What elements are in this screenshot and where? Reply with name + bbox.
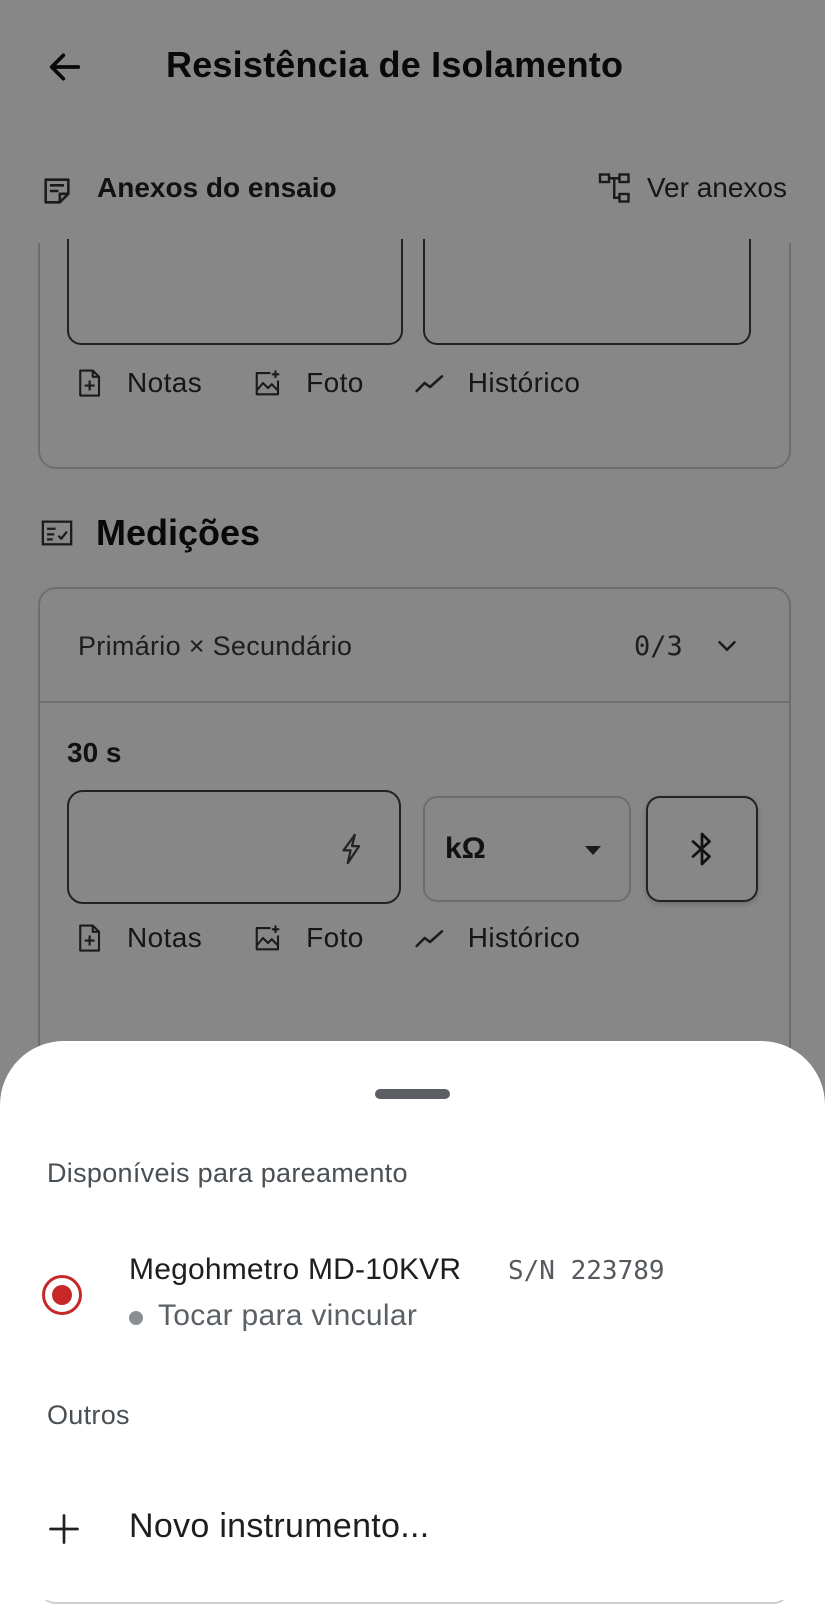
device-status: Tocar para vincular (158, 1299, 418, 1332)
radio-selected-icon (42, 1275, 82, 1315)
bottom-sheet: Disponíveis para pareamento Megohmetro M… (0, 1041, 825, 1600)
drag-handle[interactable] (375, 1089, 450, 1099)
plus-icon (49, 1514, 79, 1544)
device-list-item[interactable]: Megohmetro MD-10KVR S/N 223789 Tocar par… (0, 1241, 825, 1381)
new-instrument-label: Novo instrumento... (129, 1507, 430, 1545)
others-section-label: Outros (47, 1400, 130, 1430)
status-dot-icon (129, 1311, 143, 1325)
available-section-label: Disponíveis para pareamento (47, 1158, 408, 1188)
device-name: Megohmetro MD-10KVR (129, 1253, 462, 1286)
device-serial: S/N 223789 (508, 1256, 665, 1286)
new-instrument-button[interactable]: Novo instrumento... (0, 1491, 825, 1571)
